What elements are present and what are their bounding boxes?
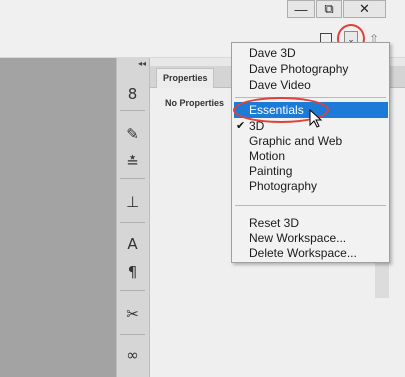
menu-item-reset-3d[interactable]: Reset 3D <box>249 216 299 231</box>
adjustments-icon[interactable]: ≛ <box>117 148 148 176</box>
mouse-cursor-icon <box>309 109 323 128</box>
history-brush-icon[interactable]: 8 <box>117 80 148 108</box>
character-icon[interactable]: A <box>117 230 148 258</box>
scissors-icon[interactable]: ✂ <box>117 300 148 328</box>
menu-item-dave-photography[interactable]: Dave Photography <box>249 62 348 77</box>
menu-item-graphic-and-web[interactable]: Graphic and Web <box>249 134 342 149</box>
menu-item-motion[interactable]: Motion <box>249 149 285 164</box>
paragraph-icon[interactable]: ¶ <box>117 258 148 286</box>
tool-divider <box>120 334 145 335</box>
menu-item-painting[interactable]: Painting <box>249 164 292 179</box>
minimize-button[interactable]: — <box>287 0 315 18</box>
collapse-icon[interactable]: ◂◂ <box>138 59 146 68</box>
tab-properties[interactable]: Properties <box>156 68 214 88</box>
no-properties-text: No Properties <box>165 98 225 108</box>
stamp-icon[interactable]: ⊥ <box>117 188 148 216</box>
checkmark-icon: ✔ <box>236 119 246 132</box>
close-button[interactable]: ✕ <box>343 0 386 18</box>
tool-divider <box>120 178 145 179</box>
menu-item-dave-3d[interactable]: Dave 3D <box>249 46 296 61</box>
menu-item-delete-workspace[interactable]: Delete Workspace... <box>249 246 357 261</box>
close-icon: ✕ <box>359 1 370 16</box>
restore-button[interactable]: ⧉ <box>316 0 342 18</box>
restore-icon: ⧉ <box>324 1 334 16</box>
brush-icon[interactable]: ✎ <box>117 120 148 148</box>
creative-cloud-icon[interactable]: ∞ <box>117 341 148 369</box>
minimize-icon: — <box>294 1 308 17</box>
tool-divider <box>120 290 145 291</box>
canvas-area[interactable] <box>0 58 116 377</box>
menu-separator <box>235 205 386 206</box>
menu-item-dave-video[interactable]: Dave Video <box>249 78 311 93</box>
menu-item-photography[interactable]: Photography <box>249 179 317 194</box>
menu-item-new-workspace[interactable]: New Workspace... <box>249 231 346 246</box>
tool-divider <box>120 222 145 223</box>
tool-divider <box>120 110 145 111</box>
